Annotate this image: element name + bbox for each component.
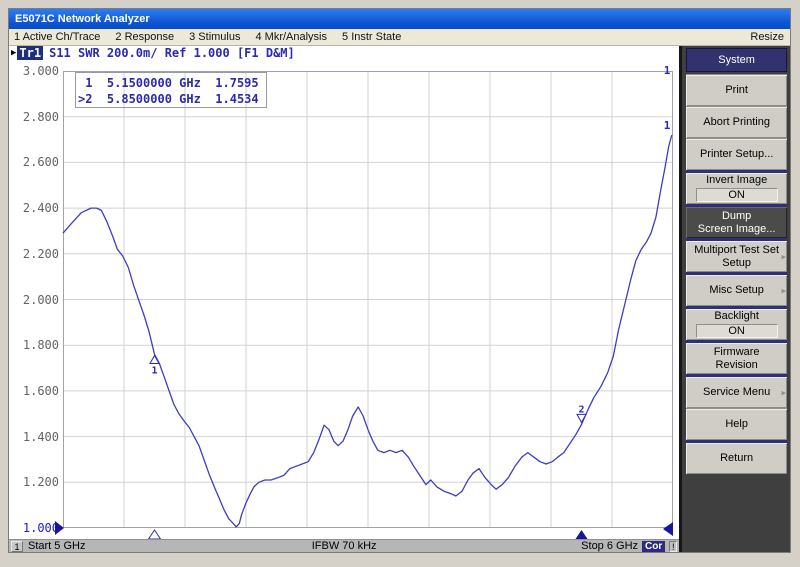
menu-bar: 1 Active Ch/Trace 2 Response 3 Stimulus 4 M…: [9, 29, 790, 46]
softkey-dump[interactable]: DumpScreen Image...: [686, 204, 787, 238]
y-axis-label: 1.000: [11, 521, 59, 535]
status-bar: 1 Start 5 GHz IFBW 70 kHz Stop 6 GHz Cor…: [9, 539, 679, 552]
softkey-label: Invert Image: [686, 174, 787, 187]
menu-item-resize[interactable]: Resize: [750, 31, 790, 43]
softkey-label: Help: [686, 418, 787, 431]
window-titlebar: E5071C Network Analyzer: [9, 9, 790, 29]
status-indicator: !: [669, 541, 677, 552]
y-axis-label: 1.200: [11, 475, 59, 489]
submenu-arrow-icon: ▸: [781, 285, 786, 296]
submenu-arrow-icon: ▸: [781, 387, 786, 398]
menu-item-2-response[interactable]: 2 Response: [115, 31, 174, 43]
marker-readout: 1 5.1500000 GHz 1.7595>2 5.8500000 GHz 1…: [75, 72, 267, 108]
trace-format-text: S11 SWR 200.0m/ Ref 1.000 [F1 D&M]: [49, 46, 295, 60]
y-axis-label: 2.400: [11, 201, 59, 215]
softkey-abort-printing[interactable]: Abort Printing: [686, 106, 787, 138]
menu-item-3-stimulus[interactable]: 3 Stimulus: [189, 31, 240, 43]
trace-number-label: 1: [664, 119, 671, 132]
softkey-label-line2: Setup: [686, 257, 787, 270]
softkey-label: Return: [686, 452, 787, 465]
marker-label: 1: [151, 365, 157, 376]
marker-stimulus-indicator-active: [576, 530, 588, 539]
start-frequency: Start 5 GHz: [28, 540, 85, 552]
marker-readout-row: >2 5.8500000 GHz 1.4534: [78, 91, 266, 107]
softkey-print[interactable]: Print: [686, 74, 787, 106]
trace-badge: Tr1: [17, 46, 43, 60]
softkey-toggle-value: ON: [696, 188, 778, 202]
display-area: ▶ Tr1 S11 SWR 200.0m/ Ref 1.000 [F1 D&M]…: [9, 46, 679, 552]
softkey-misc-setup[interactable]: Misc Setup▸: [686, 272, 787, 306]
softkey-service-menu[interactable]: Service Menu▸: [686, 374, 787, 408]
y-axis-label: 2.000: [11, 293, 59, 307]
main-row: ▶ Tr1 S11 SWR 200.0m/ Ref 1.000 [F1 D&M]…: [9, 46, 790, 552]
softkey-menu-title: System: [686, 48, 787, 72]
softkey-label: Print: [686, 84, 787, 97]
submenu-arrow-icon: ▸: [781, 251, 786, 262]
trace-tr1: [63, 135, 672, 527]
menu-item-1-active-ch-trace[interactable]: 1 Active Ch/Trace: [14, 31, 100, 43]
softkey-printer-setup[interactable]: Printer Setup...: [686, 138, 787, 170]
correction-badge: Cor: [642, 541, 665, 552]
y-axis-label: 1.800: [11, 338, 59, 352]
softkey-menu: System Print Abort Printing Printer Setup.…: [679, 46, 790, 552]
menu-item-4-mkr-analysis[interactable]: 4 Mkr/Analysis: [255, 31, 327, 43]
softkey-label: Service Menu: [686, 386, 787, 399]
softkey-list: Print Abort Printing Printer Setup... Inver…: [686, 74, 787, 474]
trace-number-label: 1: [664, 64, 671, 77]
softkey-multiport-test-set[interactable]: Multiport Test SetSetup▸: [686, 238, 787, 272]
reference-level-triangle-icon: [55, 521, 64, 535]
stop-frequency: Stop 6 GHz: [581, 540, 638, 552]
marker-stimulus-indicator: [149, 530, 161, 539]
analyzer-window: E5071C Network Analyzer 1 Active Ch/Trac…: [8, 8, 791, 553]
softkey-label: Dump: [686, 210, 787, 223]
menu-items: 1 Active Ch/Trace 2 Response 3 Stimulus 4 M…: [9, 31, 750, 43]
softkey-toggle-value: ON: [696, 324, 778, 338]
y-axis-label: 2.600: [11, 155, 59, 169]
softkey-label-line2: Revision: [686, 359, 787, 372]
marker-label: 2: [578, 404, 584, 415]
softkey-label: Misc Setup: [686, 284, 787, 297]
active-trace-arrow-icon: ▶: [11, 48, 16, 58]
right-edge-triangle-icon: [663, 522, 673, 536]
softkey-label: Abort Printing: [686, 116, 787, 129]
window-title: E5071C Network Analyzer: [15, 13, 150, 25]
y-axis-label: 3.000: [11, 64, 59, 78]
trace-status-line[interactable]: ▶ Tr1 S11 SWR 200.0m/ Ref 1.000 [F1 D&M]: [11, 46, 295, 60]
softkey-firmware[interactable]: FirmwareRevision: [686, 340, 787, 374]
menu-item-5-instr-state[interactable]: 5 Instr State: [342, 31, 401, 43]
y-axis-label: 2.800: [11, 110, 59, 124]
softkey-help[interactable]: Help: [686, 408, 787, 440]
softkey-return[interactable]: Return: [686, 440, 787, 474]
channel-number-box: 1: [11, 541, 23, 552]
softkey-label: Backlight: [686, 310, 787, 323]
softkey-backlight[interactable]: BacklightON: [686, 306, 787, 340]
y-axis-label: 1.400: [11, 430, 59, 444]
y-axis-label: 2.200: [11, 247, 59, 261]
softkey-label-line2: Screen Image...: [686, 223, 787, 236]
y-axis-label: 1.600: [11, 384, 59, 398]
ifbw-readout: IFBW 70 kHz: [312, 540, 377, 552]
softkey-invert-image[interactable]: Invert ImageON: [686, 170, 787, 204]
softkey-label: Multiport Test Set: [686, 244, 787, 257]
softkey-label: Printer Setup...: [686, 148, 787, 161]
swr-chart: 1211: [63, 71, 673, 528]
softkey-label: Firmware: [686, 346, 787, 359]
marker-readout-row: 1 5.1500000 GHz 1.7595: [78, 75, 266, 91]
